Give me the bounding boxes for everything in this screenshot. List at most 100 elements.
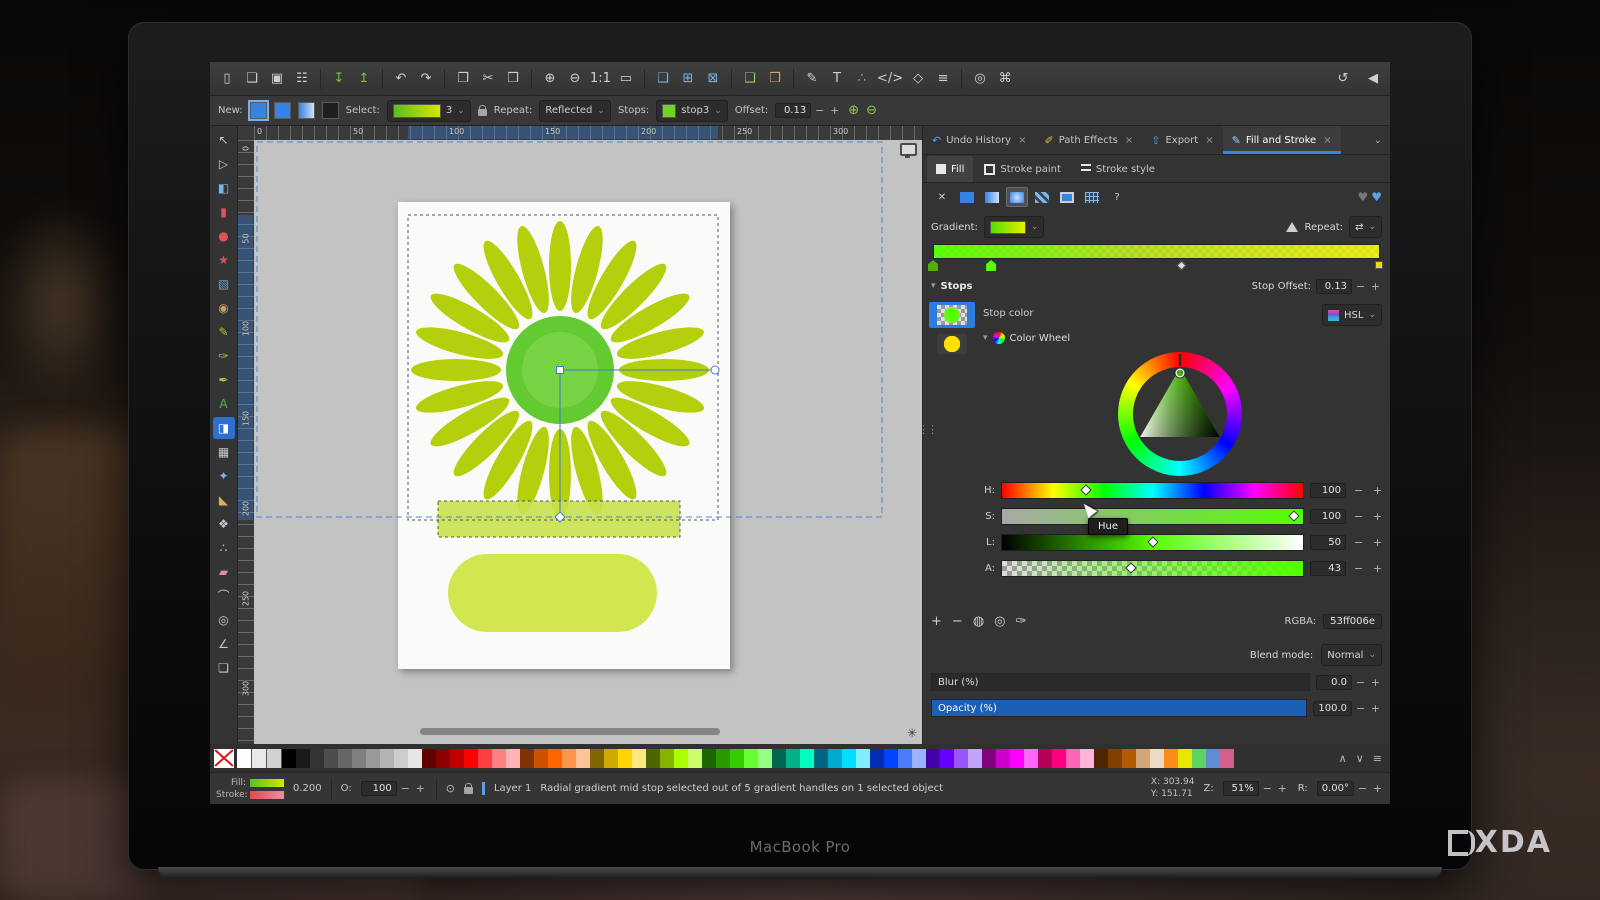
zoom-value[interactable]: 51% bbox=[1223, 781, 1259, 796]
tool-tweak[interactable]: ❖ bbox=[213, 513, 235, 535]
palette-swatch[interactable] bbox=[296, 749, 310, 768]
tool-pages[interactable]: ❏ bbox=[213, 657, 235, 679]
desk-toggle-icon[interactable] bbox=[900, 143, 917, 156]
paint-none-button[interactable]: ✕ bbox=[931, 187, 953, 207]
tool-dropper[interactable]: ✦ bbox=[213, 465, 235, 487]
unlink-clone-icon[interactable]: ⊠ bbox=[702, 68, 724, 90]
palette-swatch[interactable] bbox=[1052, 749, 1066, 768]
palette-swatch[interactable] bbox=[842, 749, 856, 768]
blur-slider[interactable]: Blur (%) bbox=[931, 673, 1310, 691]
palette-menu-button[interactable]: ≡ bbox=[1373, 752, 1382, 765]
tab-undo-history[interactable]: ↶Undo History× bbox=[923, 126, 1036, 154]
rotation-increase-button[interactable]: + bbox=[1371, 782, 1384, 795]
tool-rectangle[interactable]: ▮ bbox=[213, 201, 235, 223]
print-icon[interactable]: ☷ bbox=[291, 68, 313, 90]
tab-overflow-chevron[interactable]: ⌄ bbox=[1366, 135, 1390, 146]
palette-swatch[interactable] bbox=[548, 749, 562, 768]
no-color-swatch[interactable] bbox=[214, 749, 234, 768]
palette-swatch[interactable] bbox=[562, 749, 576, 768]
slider-decrease-L[interactable]: − bbox=[1352, 536, 1365, 549]
palette-swatch[interactable] bbox=[814, 749, 828, 768]
tool-node-editor[interactable]: ▷ bbox=[213, 153, 235, 175]
paint-flat-button[interactable] bbox=[956, 187, 978, 207]
paint-radial-gradient-button[interactable] bbox=[1006, 187, 1028, 207]
save-document-icon[interactable]: ▣ bbox=[266, 68, 288, 90]
fill-swatch[interactable] bbox=[250, 779, 284, 787]
blend-mode-dropdown[interactable]: Normal ⌄ bbox=[1321, 644, 1382, 666]
hsl-triangle[interactable] bbox=[1118, 352, 1242, 476]
lock-gradient-icon[interactable] bbox=[478, 109, 487, 116]
symbols-dialog-icon[interactable]: ◇ bbox=[907, 68, 929, 90]
palette-swatch[interactable] bbox=[1024, 749, 1038, 768]
ungroup-icon[interactable]: ❒ bbox=[764, 68, 786, 90]
zoom-page-icon[interactable]: ▭ bbox=[615, 68, 637, 90]
palette-swatch[interactable] bbox=[926, 749, 940, 768]
palette-swatch[interactable] bbox=[1220, 749, 1234, 768]
tool-bezier-pen[interactable]: ✑ bbox=[213, 345, 235, 367]
new-linear-gradient-button[interactable] bbox=[250, 102, 267, 119]
export-icon[interactable]: ↥ bbox=[353, 68, 375, 90]
palette-swatch[interactable] bbox=[646, 749, 660, 768]
collapse-panel-icon[interactable]: ◀ bbox=[1362, 68, 1384, 90]
palette-swatch[interactable] bbox=[688, 749, 702, 768]
gradient-preview-bar[interactable] bbox=[933, 244, 1380, 259]
paint-linear-gradient-button[interactable] bbox=[981, 187, 1003, 207]
palette-swatch[interactable] bbox=[506, 749, 520, 768]
undo-icon[interactable]: ↶ bbox=[390, 68, 412, 90]
stops-dropdown[interactable]: stop3 ⌄ bbox=[656, 100, 728, 122]
palette-swatch[interactable] bbox=[282, 749, 296, 768]
palette-swatch[interactable] bbox=[1206, 749, 1220, 768]
fill-rule-evenodd-icon[interactable]: ♥ bbox=[1357, 190, 1368, 204]
slider-value-A[interactable]: 43 bbox=[1310, 561, 1346, 576]
tool-paint-bucket[interactable]: ◣ bbox=[213, 489, 235, 511]
palette-swatch[interactable] bbox=[436, 749, 450, 768]
edit-gradient-icon[interactable] bbox=[1286, 222, 1298, 232]
horizontal-ruler[interactable]: 050100150200250300 bbox=[254, 126, 922, 141]
palette-scroll-up-button[interactable]: ∧ bbox=[1339, 752, 1347, 765]
palette-swatch[interactable] bbox=[576, 749, 590, 768]
paint-swatch-button[interactable] bbox=[1056, 187, 1078, 207]
stop-offset-value[interactable]: 0.13 bbox=[1316, 279, 1352, 294]
color-wheel[interactable] bbox=[1118, 352, 1242, 476]
palette-swatch[interactable] bbox=[450, 749, 464, 768]
zoom-increase-button[interactable]: + bbox=[1276, 782, 1289, 795]
flower-petal[interactable] bbox=[411, 359, 501, 381]
close-icon[interactable]: × bbox=[1125, 135, 1133, 146]
tool-star[interactable]: ★ bbox=[213, 249, 235, 271]
palette-swatch[interactable] bbox=[1136, 749, 1150, 768]
open-document-icon[interactable]: ❏ bbox=[241, 68, 263, 90]
add-stop-icon[interactable]: + bbox=[931, 614, 942, 629]
tool-measure[interactable]: ∠ bbox=[213, 633, 235, 655]
paste-icon[interactable]: ❒ bbox=[502, 68, 524, 90]
tool-eraser[interactable]: ▰ bbox=[213, 561, 235, 583]
paint-mesh-button[interactable] bbox=[1081, 187, 1103, 207]
vertical-ruler[interactable]: 050100150200250300 bbox=[238, 140, 255, 744]
palette-swatch[interactable] bbox=[716, 749, 730, 768]
palette-swatch[interactable] bbox=[674, 749, 688, 768]
repeat-dropdown[interactable]: Reflected ⌄ bbox=[539, 100, 611, 122]
slider-decrease-A[interactable]: − bbox=[1352, 562, 1365, 575]
tool-pencil[interactable]: ✎ bbox=[213, 321, 235, 343]
keyboard-shortcuts-icon[interactable]: ⌘ bbox=[994, 68, 1016, 90]
tool-shape-builder[interactable]: ◧ bbox=[213, 177, 235, 199]
palette-swatch[interactable] bbox=[394, 749, 408, 768]
close-icon[interactable]: × bbox=[1018, 135, 1026, 146]
slider-increase-A[interactable]: + bbox=[1371, 562, 1384, 575]
gradient-center-handle[interactable] bbox=[557, 367, 564, 374]
palette-swatch[interactable] bbox=[534, 749, 548, 768]
slider-decrease-H[interactable]: − bbox=[1352, 484, 1365, 497]
slider-increase-H[interactable]: + bbox=[1371, 484, 1384, 497]
xml-editor-icon[interactable]: </> bbox=[876, 68, 904, 90]
tool-spray[interactable]: ∴ bbox=[213, 537, 235, 559]
slider-increase-L[interactable]: + bbox=[1371, 536, 1384, 549]
slider-value-S[interactable]: 100 bbox=[1310, 509, 1346, 524]
paint-unknown-button[interactable]: ? bbox=[1106, 187, 1128, 207]
drawing-canvas[interactable]: ✳ bbox=[254, 140, 922, 744]
gradient-edge-handle[interactable] bbox=[711, 366, 719, 374]
color-wheel-header[interactable]: ▾ Color Wheel bbox=[983, 332, 1070, 344]
tab-path-effects[interactable]: ✐Path Effects× bbox=[1036, 126, 1143, 154]
delete-stop-button[interactable]: ⊖ bbox=[866, 103, 877, 118]
horizontal-scrollbar[interactable] bbox=[420, 728, 720, 735]
subtab-fill[interactable]: Fill bbox=[927, 156, 973, 182]
gradient-repeat-dropdown[interactable]: ⇄ ⌄ bbox=[1349, 216, 1382, 238]
